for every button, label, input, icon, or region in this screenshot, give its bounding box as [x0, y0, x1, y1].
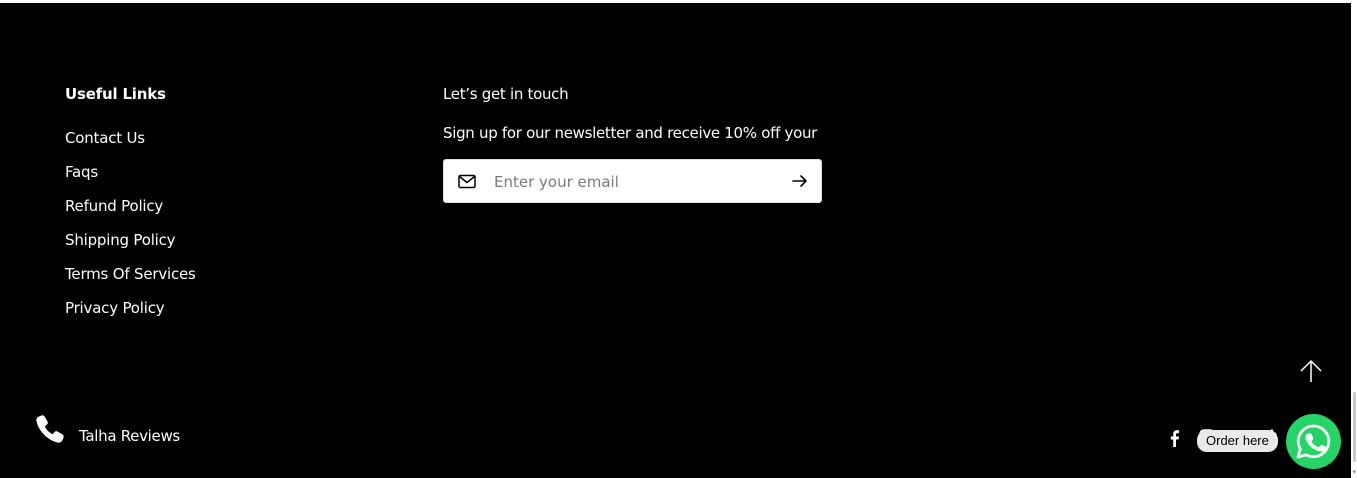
site-footer: Useful Links Contact Us Faqs Refund Poli… [0, 3, 1351, 478]
whatsapp-button[interactable] [1286, 414, 1341, 469]
brand-name: Talha Reviews [79, 427, 180, 445]
footer-link-privacy-policy[interactable]: Privacy Policy [65, 297, 196, 331]
page-scrollbar[interactable]: ▾ [1351, 0, 1357, 478]
newsletter-form [443, 159, 822, 203]
footer-link-refund-policy[interactable]: Refund Policy [65, 195, 196, 229]
whatsapp-icon [1296, 424, 1331, 459]
facebook-icon[interactable] [1167, 429, 1181, 447]
phone-icon[interactable] [34, 413, 66, 445]
scrollbar-thumb[interactable] [1353, 392, 1356, 462]
email-input[interactable] [492, 168, 766, 196]
arrow-right-icon[interactable] [791, 172, 809, 190]
envelope-icon [458, 174, 476, 189]
arrow-up-icon[interactable] [1298, 358, 1324, 384]
useful-links-heading: Useful Links [65, 85, 166, 103]
newsletter-description: Sign up for our newsletter and receive 1… [443, 124, 818, 142]
footer-link-contact-us[interactable]: Contact Us [65, 127, 196, 161]
newsletter-heading: Let’s get in touch [443, 85, 569, 103]
scroll-down-arrow-icon[interactable]: ▾ [1352, 469, 1356, 476]
footer-link-terms-of-services[interactable]: Terms Of Services [65, 263, 196, 297]
footer-link-shipping-policy[interactable]: Shipping Policy [65, 229, 196, 263]
useful-links-list: Contact Us Faqs Refund Policy Shipping P… [65, 127, 196, 331]
footer-link-faqs[interactable]: Faqs [65, 161, 196, 195]
order-here-label[interactable]: Order here [1197, 430, 1278, 452]
